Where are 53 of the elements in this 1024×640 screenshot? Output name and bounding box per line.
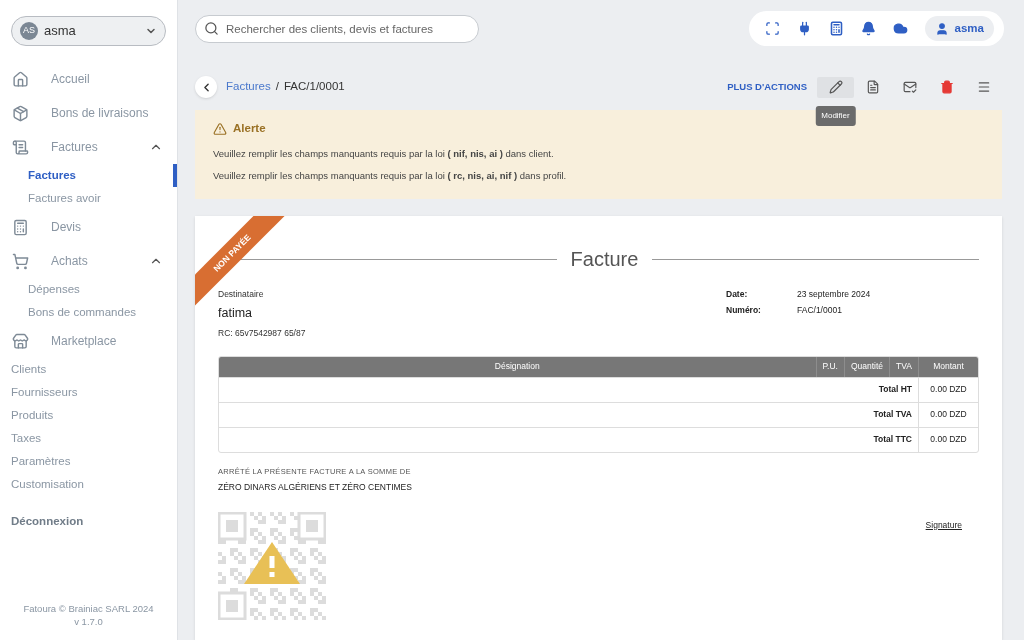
nav-subitem[interactable]: Bons de commandes	[0, 301, 177, 324]
user-name: asma	[44, 22, 76, 41]
nav-item[interactable]: Accueil	[0, 62, 177, 96]
nav-subitem[interactable]: Factures avoir	[0, 187, 177, 210]
more-actions-button[interactable]: PLUS D'ACTIONS	[727, 79, 807, 95]
total-value: 0.00 DZD	[918, 426, 978, 452]
column-header: P.U.	[815, 356, 844, 377]
tooltip: Modifier	[815, 105, 856, 126]
column-header: Désignation	[219, 356, 816, 377]
nav-link[interactable]: Paramètres	[0, 450, 177, 473]
nav-item[interactable]: Factures	[0, 130, 177, 164]
total-label: Total HT	[219, 376, 918, 402]
column-header: TVA	[889, 356, 918, 377]
nav-item[interactable]: Devis	[0, 210, 177, 244]
nav-subitem[interactable]: Dépenses	[0, 278, 177, 301]
total-label: Total TVA	[219, 401, 918, 427]
nav-item[interactable]: Marketplace	[0, 324, 177, 358]
meta-value: 23 septembre 2024	[797, 288, 872, 301]
search-field[interactable]: Rechercher des clients, devis et factures	[195, 14, 479, 43]
nav-link[interactable]: Fournisseurs	[0, 381, 177, 404]
alert-message: Veuillez remplir les champs manquants requis par la loi ( rc, nis, ai, nif ) dans profil.	[213, 169, 568, 184]
column-header: Quantité	[843, 356, 890, 377]
total-label: Total TTC	[219, 426, 918, 452]
nav-item[interactable]: Bons de livraisons	[0, 96, 177, 130]
signature-label: Signature	[925, 518, 962, 532]
total-value: 0.00 DZD	[918, 401, 978, 427]
amount-in-words: ZÉRO DINARS ALGÉRIENS ET ZÉRO CENTIMES	[218, 480, 413, 494]
recipient-rc: RC: 65v7542987 65/87	[218, 326, 307, 340]
alert-message: Veuillez remplir les champs manquants requis par la loi ( nif, nis, ai ) dans client.	[213, 147, 555, 162]
nav-item[interactable]: Achats	[0, 244, 177, 278]
breadcrumb-current: FAC/1/0001	[283, 79, 345, 95]
footer-text: Fatoura © Brainiac SARL 2024	[23, 602, 154, 615]
logout-link[interactable]: Déconnexion	[0, 510, 177, 533]
footer-text: v 1.7.0	[74, 615, 103, 628]
nav-link[interactable]: Produits	[0, 404, 177, 427]
breadcrumb-link[interactable]: Factures	[226, 78, 271, 96]
invoice-title: Facture	[570, 247, 639, 273]
alert-title: Alerte	[233, 121, 266, 136]
user-avatar: AS	[20, 22, 38, 40]
account-button[interactable]: asma	[924, 16, 994, 41]
recipient-name: fatima	[218, 305, 254, 322]
column-header: Montant	[918, 356, 978, 377]
nav-link[interactable]: Customisation	[0, 473, 177, 496]
meta-label: Numéro:	[726, 304, 762, 317]
meta-label: Date:	[726, 288, 749, 301]
meta-value: FAC/1/0001	[797, 304, 843, 317]
nav-link[interactable]: Clients	[0, 358, 177, 381]
nav-subitem[interactable]: Factures	[0, 164, 177, 187]
breadcrumb-separator: /	[275, 79, 279, 95]
nav-link[interactable]: Taxes	[0, 427, 177, 450]
user-menu[interactable]: AS asma	[11, 16, 166, 46]
recipient-label: Destinataire	[218, 288, 265, 301]
total-value: 0.00 DZD	[918, 376, 978, 402]
